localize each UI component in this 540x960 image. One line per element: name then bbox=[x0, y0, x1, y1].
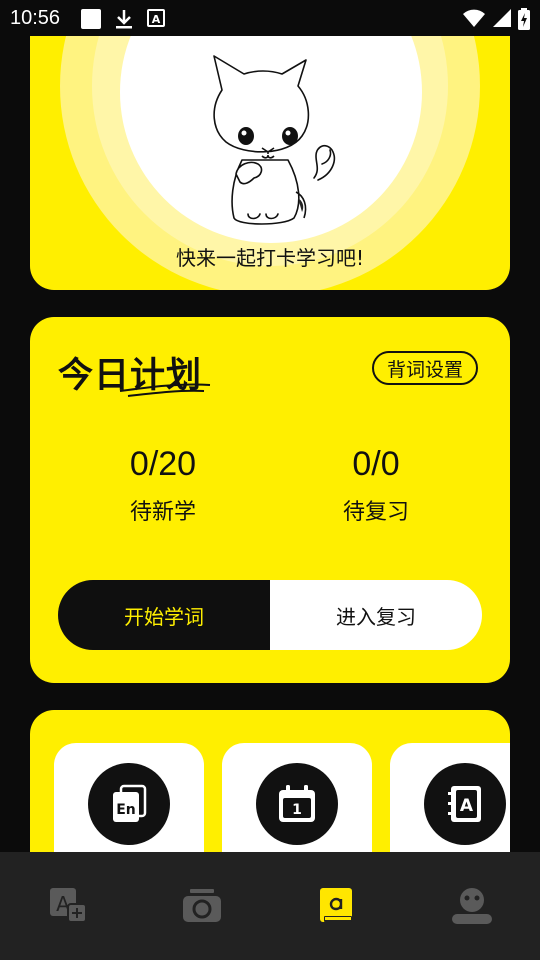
book-icon bbox=[320, 888, 352, 922]
calendar-day: 1 bbox=[292, 802, 302, 818]
svg-text:A: A bbox=[152, 13, 161, 26]
translate-icon: A bbox=[50, 888, 87, 923]
new-words-label: 待新学 bbox=[129, 500, 196, 525]
nav-wordbook[interactable] bbox=[316, 886, 356, 926]
start-learning-button[interactable]: 开始学词 bbox=[58, 580, 270, 650]
tool-circle: 1 bbox=[256, 763, 338, 845]
nav-camera[interactable] bbox=[182, 886, 222, 926]
study-action-segment: 开始学词 进入复习 bbox=[58, 580, 482, 650]
banner-card[interactable]: 快来一起打卡学习吧! bbox=[30, 36, 510, 290]
tool-card-calendar[interactable]: 1 bbox=[222, 743, 372, 860]
a-notebook-icon: A bbox=[448, 786, 481, 822]
status-bar: 10:56 A bbox=[0, 0, 540, 36]
tool-card-en[interactable]: En bbox=[54, 743, 204, 860]
word-settings-button[interactable]: 背词设置 bbox=[372, 351, 478, 385]
banner-caption: 快来一起打卡学习吧! bbox=[175, 246, 365, 270]
start-review-button[interactable]: 进入复习 bbox=[270, 580, 482, 650]
notebook-letter: A bbox=[460, 796, 474, 816]
new-words-count: 0/20 bbox=[129, 445, 197, 483]
cat-illustration bbox=[213, 55, 336, 225]
stat-review-words: 0/0 待复习 bbox=[276, 445, 476, 526]
status-time: 10:56 bbox=[10, 7, 61, 29]
tool-card-notebook[interactable]: A bbox=[390, 743, 510, 860]
review-words-count: 0/0 bbox=[352, 445, 400, 483]
today-plan-card: 今日计划 背词设置 0/20 待新学 0/0 待复习 开始学词 进入复习 bbox=[30, 317, 510, 683]
review-words-label: 待复习 bbox=[342, 500, 409, 525]
title-underline-decoration bbox=[119, 383, 211, 397]
nav-translate[interactable]: A bbox=[48, 886, 88, 926]
calendar-icon: 1 bbox=[279, 785, 315, 822]
blank-notification-icon bbox=[80, 8, 102, 34]
profile-icon bbox=[452, 888, 492, 924]
translate-a-icon: A bbox=[147, 8, 165, 32]
en-card-icon: En bbox=[113, 784, 147, 822]
battery-charging-icon bbox=[518, 8, 530, 34]
download-icon bbox=[114, 8, 134, 34]
bottom-navigation: A bbox=[0, 852, 540, 960]
tools-section: En 1 A bbox=[30, 710, 510, 860]
nav-profile[interactable] bbox=[452, 886, 492, 926]
svg-text:En: En bbox=[116, 802, 136, 818]
stat-new-words: 0/20 待新学 bbox=[63, 445, 263, 526]
wifi-icon bbox=[462, 8, 486, 32]
tool-circle: A bbox=[424, 763, 506, 845]
signal-icon bbox=[492, 8, 512, 32]
camera-icon bbox=[183, 889, 221, 922]
tool-circle: En bbox=[88, 763, 170, 845]
